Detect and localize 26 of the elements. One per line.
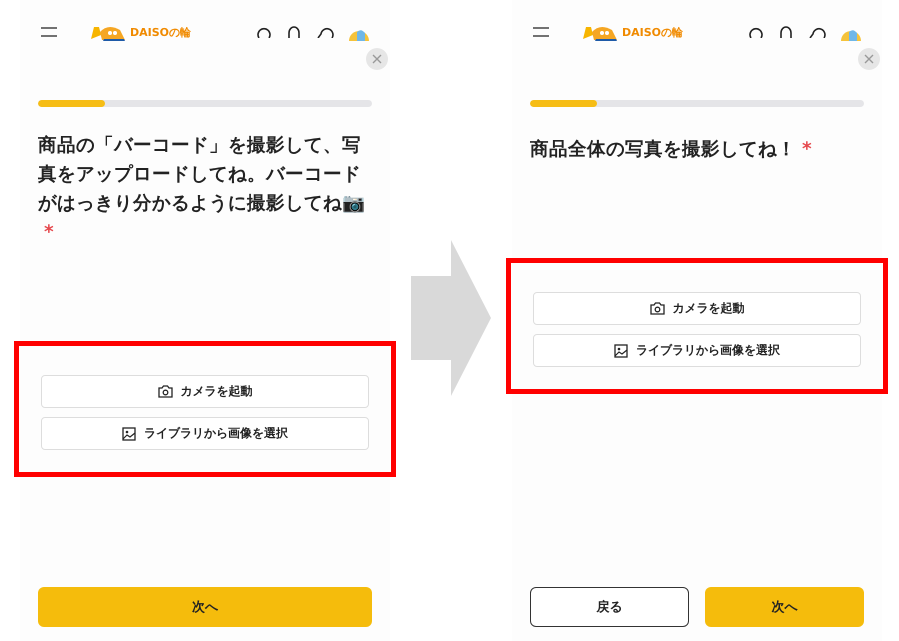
camera-icon (158, 385, 172, 398)
option-button[interactable]: カメラを起動 (533, 292, 861, 325)
required-mark: * (802, 139, 812, 160)
question-text: 商品全体の写真を撮影してね！ * (530, 138, 813, 162)
logo-text: DAISOの輪 (622, 24, 684, 40)
camera-icon (650, 302, 664, 315)
close-icon (864, 54, 874, 64)
arch-icon[interactable] (778, 26, 794, 38)
option-button[interactable]: ライブラリから画像を選択 (41, 417, 369, 450)
next-button[interactable]: 次へ (38, 587, 372, 627)
option-button[interactable]: カメラを起動 (41, 375, 369, 408)
next-button[interactable]: 次へ (705, 587, 864, 627)
back-button[interactable]: 戻る (530, 587, 689, 627)
menu-icon[interactable] (532, 27, 550, 37)
image-icon (122, 426, 136, 440)
right-arrow-icon (411, 240, 491, 396)
logo-text: DAISOの輪 (130, 24, 192, 40)
required-mark: * (44, 222, 54, 243)
close-icon (372, 54, 382, 64)
option-button[interactable]: ライブラリから画像を選択 (533, 334, 861, 367)
menu-icon[interactable] (40, 27, 58, 37)
close-button[interactable] (858, 48, 880, 70)
question-text: 商品の「バーコード」を撮影して、写真をアップロードしてね。バーコードがはっきり分かるように撮影してね📷 * (38, 134, 366, 245)
arch-icon[interactable] (286, 26, 302, 38)
close-button[interactable] (366, 48, 388, 70)
image-icon (614, 344, 628, 358)
